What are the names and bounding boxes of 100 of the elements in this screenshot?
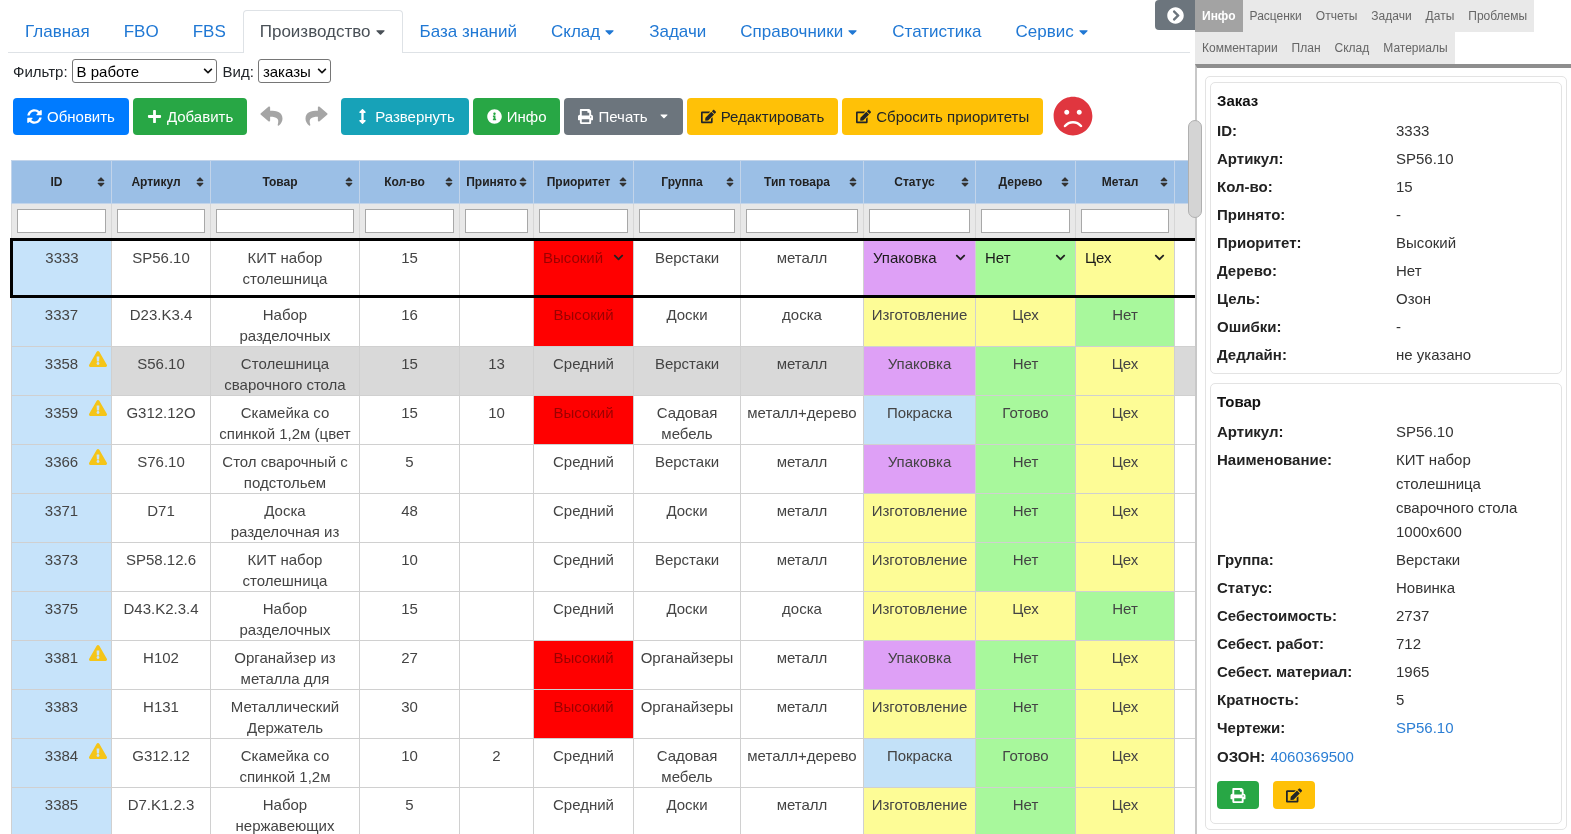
column-header[interactable]: Артикул (111, 160, 211, 204)
table-cell: Нет (975, 346, 1076, 396)
plus-icon (146, 108, 162, 124)
panel-tab[interactable]: Отчеты (1308, 0, 1365, 32)
filter-select[interactable]: заказы (257, 59, 331, 83)
edit-button[interactable]: Редактировать (686, 97, 839, 135)
column-filter-input[interactable] (746, 209, 858, 233)
column-header[interactable]: Тип товара (740, 160, 864, 204)
order-id: 3383 (44, 697, 79, 717)
edit-button[interactable] (1273, 781, 1315, 809)
table-cell: 10 (459, 395, 534, 445)
panel-tab[interactable]: Склад (1327, 32, 1377, 64)
order-id: 3371 (44, 501, 79, 521)
nav-tab[interactable]: Сервис (998, 10, 1106, 53)
table-cell: H131 (111, 689, 211, 739)
column-filter-input[interactable] (365, 209, 454, 233)
table-row[interactable]: 3375 D43.K2.3.4 Набор разделочных 15 Средний Доски доска Изготовление Цех Нет (11, 591, 1195, 641)
table-cell: 13 (459, 346, 534, 396)
reset-priorities-button[interactable]: Сбросить приоритеты (842, 97, 1044, 135)
nav-tab[interactable]: Статистика (875, 10, 999, 53)
column-filter-input[interactable] (17, 209, 106, 233)
column-header[interactable]: Принято (459, 160, 534, 204)
print-button[interactable] (1217, 781, 1259, 809)
field-value: SP56.10 (1396, 422, 1454, 442)
panel-tab[interactable]: Проблемы (1461, 0, 1535, 32)
field-value: SP56.10 (1396, 149, 1454, 169)
table-row[interactable]: 3373 SP58.12.6 КИТ набор столешница 10 Средний Верстаки металл Изготовление Нет Цех (11, 542, 1195, 592)
panel-tab[interactable]: Даты (1418, 0, 1462, 32)
nav-tab[interactable]: Главная (8, 10, 107, 53)
table-cell: Органайзеры (633, 689, 741, 739)
table-cell: Скамейка со спинкой 1,2м (210, 738, 360, 788)
column-header[interactable]: Группа (633, 160, 741, 204)
panel-toggle-button[interactable] (1155, 0, 1195, 30)
table-row[interactable]: 3381 H102 Органайзер из металла для 27 Высокий Органайзеры металл Упаковка Нет Цех (11, 640, 1195, 690)
table-cell: Высокий (533, 689, 634, 739)
column-filter-input[interactable] (639, 209, 735, 233)
nav-tab[interactable]: FBO (106, 10, 176, 53)
nav-tab[interactable]: Задачи (632, 10, 724, 53)
table-cell: металл+дерево (740, 738, 864, 788)
order-id: 3381 (44, 648, 79, 668)
table-row[interactable]: 3371 D71 Доска разделочная из 48 Средний Доски металл Изготовление Нет Цех (11, 493, 1195, 543)
column-filter-input[interactable] (117, 209, 205, 233)
column-filter-input[interactable] (216, 209, 354, 233)
column-header[interactable]: Товар (210, 160, 360, 204)
table-row[interactable]: 3385 D7.K1.2.3 Набор нержавеющих 5 Средний Доски металл Изготовление Нет Цех (11, 787, 1195, 834)
panel-tab[interactable]: Комментарии (1195, 32, 1285, 64)
column-filter-input[interactable] (539, 209, 628, 233)
table-row[interactable]: 3384 G312.12 Скамейка со спинкой 1,2м 10 2 Средний Садовая мебель металл+дерево Покраска Готово Цех (11, 738, 1195, 788)
table-cell: D23.K3.4 (111, 296, 211, 347)
field-label: Наименование: (1217, 450, 1333, 470)
filter-select[interactable]: В работе (71, 59, 217, 83)
table-row[interactable]: 3333 SP56.10 КИТ набор столешница 15 Высокий Верстаки металл Упаковка Нет Цех (11, 239, 1195, 297)
nav-tab[interactable]: FBS (175, 10, 243, 53)
column-filter-input[interactable] (981, 209, 1070, 233)
column-filter-input[interactable] (869, 209, 970, 233)
sad-face-icon (1053, 96, 1094, 136)
metal-select[interactable]: Цех (1079, 247, 1171, 268)
table-cell: Органайзер из металла для (210, 640, 360, 690)
table-cell: Изготовление (863, 787, 976, 834)
column-header[interactable]: ID (11, 160, 112, 204)
column-header[interactable]: Метал (1075, 160, 1175, 204)
ozon-link[interactable]: 4060369500 (1270, 745, 1354, 769)
column-header[interactable]: Кол-во (359, 160, 460, 204)
drawing-link[interactable]: SP56.10 (1396, 716, 1454, 740)
table-row[interactable]: 3337 D23.K3.4 Набор разделочных 16 Высокий Доски доска Изготовление Цех Нет (11, 296, 1195, 347)
status-select[interactable]: Упаковка (867, 247, 972, 268)
table-cell: металл (740, 640, 864, 690)
table-cell: 27 (359, 640, 460, 690)
nav-tab[interactable]: Производство (242, 10, 403, 53)
column-header[interactable]: Статус (863, 160, 976, 204)
column-header[interactable]: Приоритет (533, 160, 634, 204)
column-header[interactable]: Дерево (975, 160, 1076, 204)
scrollbar-thumb[interactable] (1188, 120, 1202, 218)
column-filter-input[interactable] (1081, 209, 1169, 233)
order-id: 3358 (44, 354, 79, 374)
column-filter-input[interactable] (465, 209, 528, 233)
table-row[interactable]: 3358 S56.10 Столешница сварочного стола 15 13 Средний Верстаки металл Упаковка Нет Цех (11, 346, 1195, 396)
table-cell: SP58.12.6 (111, 542, 211, 592)
wood-select[interactable]: Нет (979, 247, 1072, 268)
table-cell: Нет (975, 493, 1076, 543)
table-cell: металл (740, 542, 864, 592)
panel-tab[interactable]: Расценки (1242, 0, 1309, 32)
table-cell: Средний (533, 444, 634, 494)
nav-tab[interactable]: Справочники (723, 10, 876, 53)
panel-tab[interactable]: Задачи (1364, 0, 1419, 32)
table-row[interactable]: 3366 S76.10 Стол сварочный с подстольем 5 Средний Верстаки металл Упаковка Нет Цех (11, 444, 1195, 494)
field-value: 3333 (1396, 121, 1430, 141)
table-cell: S76.10 (111, 444, 211, 494)
refresh-button[interactable]: Обновить (13, 97, 129, 135)
table-cell: металл (740, 444, 864, 494)
print-button[interactable]: Печать (564, 97, 683, 135)
panel-tab[interactable]: План (1284, 32, 1328, 64)
order-id: 3384 (44, 746, 79, 766)
field-label: Дерево: (1217, 261, 1277, 281)
panel-tab[interactable]: Материалы (1376, 32, 1455, 64)
nav-tab[interactable]: База знаний (402, 10, 534, 53)
table-row[interactable]: 3359 G312.12O Скамейка со спинкой 1,2м (цвет 15 10 Высокий Садовая мебель металл+дерево Покраска Готово Цех (11, 395, 1195, 445)
field-label: Чертежи: (1217, 718, 1286, 738)
nav-tab[interactable]: Склад (534, 10, 633, 53)
table-row[interactable]: 3383 H131 Металлический Держатель 30 Высокий Органайзеры металл Изготовление Нет Цех (11, 689, 1195, 739)
